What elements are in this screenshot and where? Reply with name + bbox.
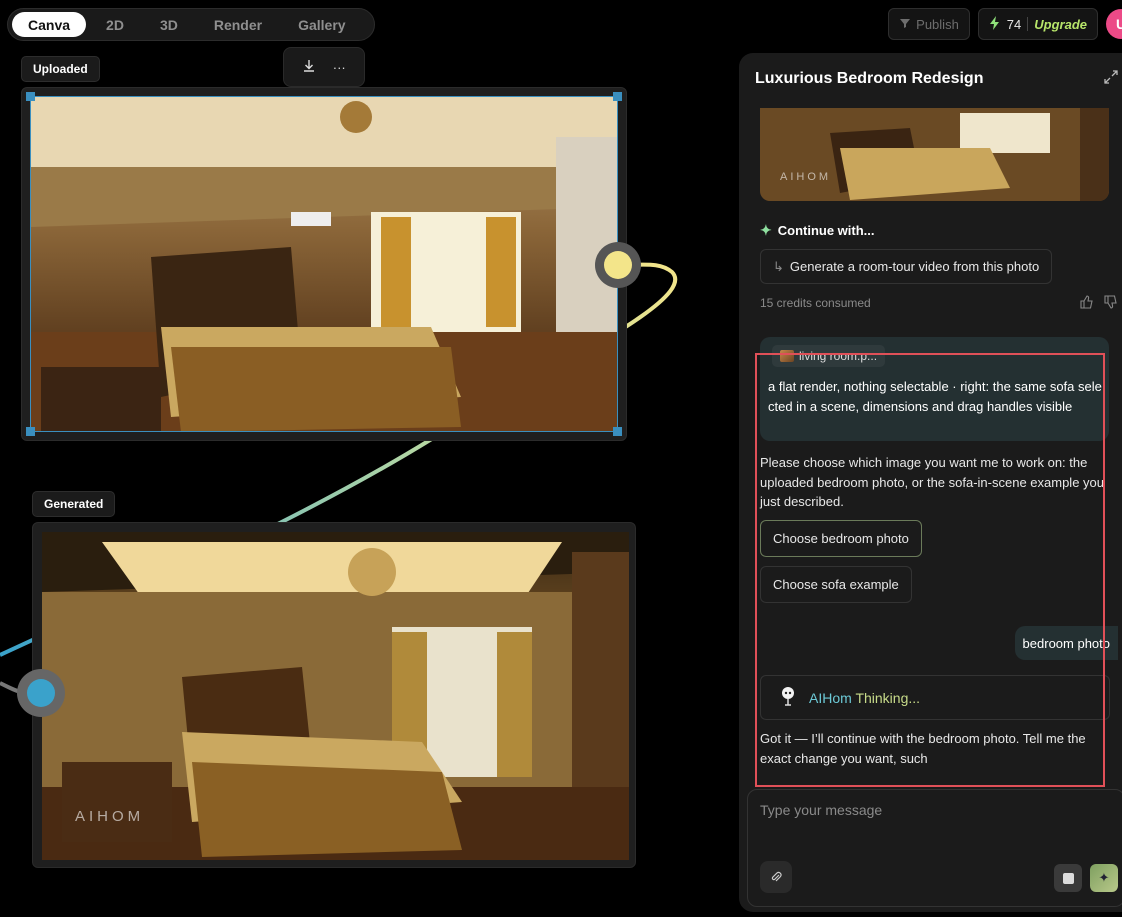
credits-badge[interactable]: 74 Upgrade (977, 8, 1098, 40)
paperclip-icon[interactable] (760, 861, 792, 893)
thumbs-down-icon[interactable] (1104, 295, 1118, 312)
generated-image-frame[interactable]: AIHOM (32, 522, 636, 868)
resize-handle-tr[interactable] (613, 92, 622, 101)
sparkle-icon: ✦ (760, 222, 772, 238)
resize-handle-br[interactable] (613, 427, 622, 436)
input-port[interactable] (17, 669, 65, 717)
publish-button[interactable]: Publish (888, 8, 970, 40)
stop-button[interactable] (1054, 864, 1082, 892)
aihom-watermark: AIHOM (780, 171, 832, 183)
lightning-icon (989, 15, 1001, 33)
result-thumbnail[interactable]: AIHOM (760, 108, 1109, 201)
suggestion-label: Generate a room-tour video from this pho… (789, 259, 1040, 274)
resize-handle-tl[interactable] (26, 92, 35, 101)
suggestion-button[interactable]: ↳ Generate a room-tour video from this p… (760, 249, 1053, 284)
image-thumb-icon (780, 350, 794, 362)
user-message-text: a flat render, nothing selectable · righ… (768, 379, 1102, 414)
stop-icon (1062, 872, 1074, 884)
publish-label: Publish (916, 16, 959, 32)
send-button[interactable]: ✦ (1090, 864, 1118, 892)
assistant-reply: Got it — I’ll continue with the bedroom … (760, 731, 1086, 766)
top-right-controls: Publish 74 Upgrade U (888, 8, 1122, 40)
continue-heading: ✦ Continue with... (760, 222, 875, 239)
filter-icon (899, 17, 911, 32)
panel-title: Luxurious Bedroom Redesign (755, 70, 984, 87)
thinking-indicator: AIHom Thinking... (760, 675, 1110, 720)
more-button[interactable]: ··· (333, 60, 346, 75)
collapse-icon[interactable] (1104, 70, 1118, 87)
choose-bedroom-button[interactable]: Choose bedroom photo (760, 520, 922, 557)
assistant-message: Please choose which image you want me to… (760, 455, 1104, 509)
message-composer: ✦ (747, 789, 1122, 907)
chat-panel: Luxurious Bedroom Redesign AIHOM ✦ Conti… (739, 53, 1122, 912)
user-reply: bedroom photo (1014, 626, 1118, 660)
aihom-watermark: AIHOM (75, 808, 145, 825)
avatar[interactable]: U (1106, 9, 1122, 39)
attachment-chip[interactable]: living room.p... (772, 345, 886, 367)
thinking-brand: AIHom (809, 689, 852, 706)
credits-consumed: 15 credits consumed (760, 296, 871, 310)
generated-label: Generated (32, 491, 116, 517)
divider (1027, 17, 1029, 31)
uploaded-image-frame[interactable] (21, 87, 627, 441)
upgrade-link[interactable]: Upgrade (1034, 17, 1087, 32)
choose-sofa-button[interactable]: Choose sofa example (760, 566, 912, 603)
continue-label: Continue with... (777, 223, 875, 238)
message-input[interactable] (760, 802, 1100, 842)
output-port[interactable] (595, 242, 641, 288)
feedback-controls (1080, 295, 1118, 312)
attachment-name: living room.p... (799, 349, 878, 363)
credit-count: 74 (1006, 16, 1022, 32)
node-toolbar: ··· (283, 47, 365, 87)
thumbs-up-icon[interactable] (1080, 295, 1094, 312)
sparkle-icon: ✦ (1098, 870, 1110, 885)
user-message: living room.p... a flat render, nothing … (760, 337, 1109, 441)
resize-handle-bl[interactable] (26, 427, 35, 436)
download-icon[interactable] (302, 59, 316, 76)
selection-outline (30, 96, 618, 432)
robot-icon (779, 685, 797, 710)
thinking-text: Thinking... (855, 689, 921, 706)
uploaded-label: Uploaded (21, 56, 100, 82)
reply-arrow-icon: ↳ (773, 258, 784, 274)
